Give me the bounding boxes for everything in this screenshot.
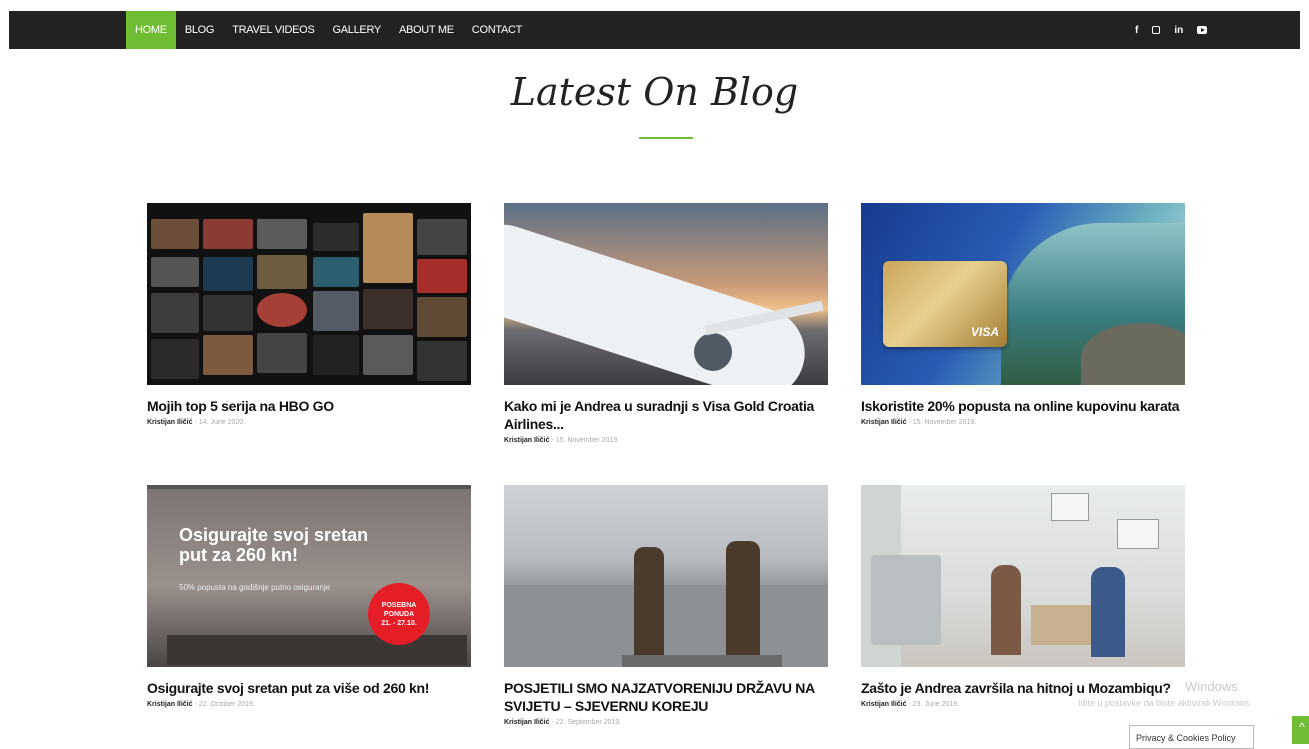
post-meta: Kristijan Iličić - 22. September 2019. (504, 719, 622, 726)
social-links: f in (1135, 11, 1208, 49)
post-title[interactable]: Kako mi je Andrea u suradnji s Visa Gold… (504, 397, 828, 433)
post-title[interactable]: Iskoristite 20% popusta na online kupovi… (861, 397, 1185, 415)
post-date: 22. October 2019. (198, 701, 255, 708)
post-card[interactable]: Mojih top 5 serija na HBO GO Kristijan I… (147, 203, 471, 426)
nav-item-blog[interactable]: BLOG (176, 11, 223, 49)
nav-item-contact[interactable]: CONTACT (463, 11, 531, 49)
nav-item-gallery[interactable]: GALLERY (323, 11, 389, 49)
facebook-icon[interactable]: f (1135, 25, 1138, 36)
nav-item-home[interactable]: HOME (126, 11, 176, 49)
promo-badge: POSEBNA PONUDA 21. - 27.10. (368, 583, 430, 645)
post-author[interactable]: Kristijan Iličić (147, 701, 193, 708)
post-date: 14. June 2020. (198, 419, 246, 426)
post-thumbnail-insurance[interactable]: Osigurajte svoj sretan put za 260 kn! 50… (147, 485, 471, 667)
post-title[interactable]: Mojih top 5 serija na HBO GO (147, 397, 471, 415)
promo-badge-line3: 21. - 27.10. (381, 619, 417, 627)
linkedin-icon[interactable]: in (1174, 25, 1183, 36)
post-meta: Kristijan Iličić - 14. June 2020. (147, 419, 246, 426)
youtube-icon[interactable] (1197, 26, 1208, 34)
section-title: Latest On Blog (510, 70, 799, 114)
promo-badge-line1: POSEBNA (381, 601, 417, 609)
post-author[interactable]: Kristijan Iličić (147, 419, 193, 426)
post-card[interactable]: VISA Iskoristite 20% popusta na online k… (861, 203, 1185, 426)
title-underline (639, 137, 693, 139)
visa-logo: VISA (970, 325, 999, 339)
post-date: 15. November 2019. (912, 419, 977, 426)
post-card[interactable]: Zašto je Andrea završila na hitnoj u Moz… (861, 485, 1185, 708)
post-card[interactable]: Osigurajte svoj sretan put za 260 kn! 50… (147, 485, 471, 708)
post-title[interactable]: Zašto je Andrea završila na hitnoj u Moz… (861, 679, 1185, 697)
post-thumbnail-hbo[interactable] (147, 203, 471, 385)
post-title[interactable]: Osigurajte svoj sretan put za više od 26… (147, 679, 471, 697)
windows-activation-watermark-title: Windows (1185, 679, 1238, 694)
post-thumbnail-hospital[interactable] (861, 485, 1185, 667)
post-date: 23. June 2019. (912, 701, 960, 708)
privacy-cookies-button[interactable]: Privacy & Cookies Policy (1129, 725, 1254, 749)
gold-card-image: VISA (883, 261, 1007, 347)
post-card[interactable]: POSJETILI SMO NAJZATVORENIJU DRŽAVU NA S… (504, 485, 828, 726)
post-author[interactable]: Kristijan Iličić (504, 437, 550, 444)
post-title[interactable]: POSJETILI SMO NAJZATVORENIJU DRŽAVU NA S… (504, 679, 828, 715)
post-thumbnail-visa[interactable]: VISA (861, 203, 1185, 385)
post-author[interactable]: Kristijan Iličić (504, 719, 550, 726)
promo-subline: 50% popusta na godišnje putno osiguranje (179, 583, 331, 592)
nav-item-travel-videos[interactable]: TRAVEL VIDEOS (223, 11, 323, 49)
promo-headline: Osigurajte svoj sretan put za 260 kn! (179, 525, 369, 565)
post-author[interactable]: Kristijan Iličić (861, 701, 907, 708)
main-nav: HOME BLOG TRAVEL VIDEOS GALLERY ABOUT ME… (126, 11, 531, 49)
top-navbar: HOME BLOG TRAVEL VIDEOS GALLERY ABOUT ME… (9, 11, 1300, 49)
promo-badge-line2: PONUDA (383, 610, 415, 618)
post-author[interactable]: Kristijan Iličić (861, 419, 907, 426)
windows-activation-watermark-sub: Idite u postavke da biste aktivirali Win… (1078, 698, 1252, 708)
post-meta: Kristijan Iličić - 15. November 2019. (861, 419, 977, 426)
post-meta: Kristijan Iličić - 22. October 2019. (147, 701, 255, 708)
chevron-up-icon: ^ (1299, 720, 1305, 734)
instagram-icon[interactable] (1152, 26, 1161, 34)
post-thumbnail-airplane[interactable] (504, 203, 828, 385)
post-date: 15. November 2019. (555, 437, 620, 444)
nav-item-about-me[interactable]: ABOUT ME (390, 11, 463, 49)
post-card[interactable]: Kako mi je Andrea u suradnji s Visa Gold… (504, 203, 828, 444)
post-date: 22. September 2019. (555, 719, 622, 726)
post-thumbnail-north-korea[interactable] (504, 485, 828, 667)
post-meta: Kristijan Iličić - 15. November 2019. (504, 437, 620, 444)
